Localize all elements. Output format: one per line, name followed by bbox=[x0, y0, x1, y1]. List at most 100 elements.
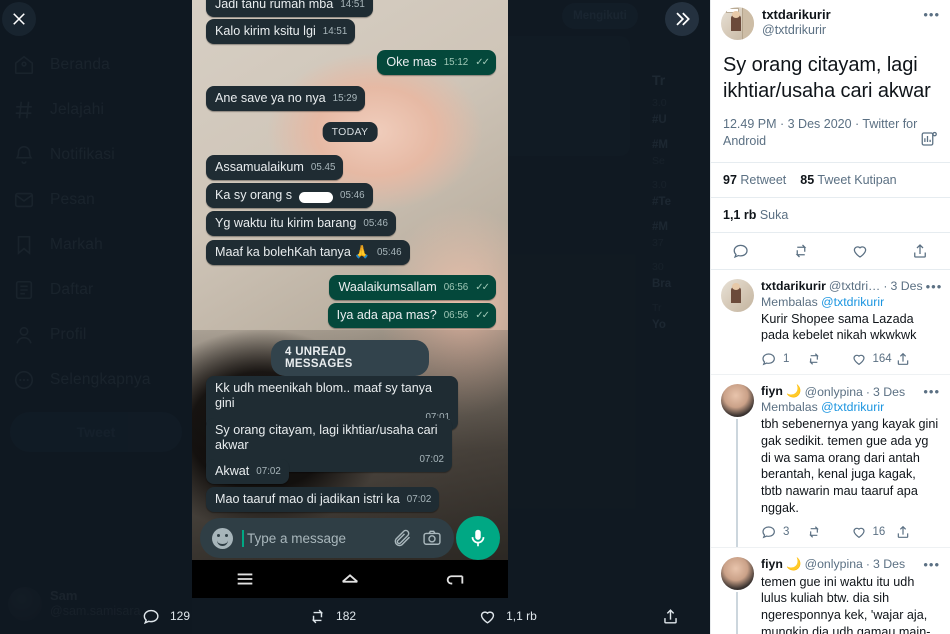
chat-time: 05:46 bbox=[377, 247, 402, 259]
share-icon[interactable] bbox=[911, 242, 929, 260]
reply-to-handle[interactable]: @txtdrikurir bbox=[821, 400, 884, 414]
quote-stat[interactable]: 85 Tweet Kutipan bbox=[800, 173, 896, 187]
retweet-action[interactable]: 182 bbox=[308, 607, 356, 626]
more-options-icon[interactable]: ••• bbox=[923, 7, 940, 40]
camera-icon[interactable] bbox=[422, 528, 442, 548]
retweet-icon[interactable] bbox=[792, 242, 810, 260]
tweet-author-row[interactable]: txtdarikurir @txtdrikurir ••• bbox=[711, 0, 950, 40]
tweet-action-row bbox=[711, 231, 950, 270]
chat-time: 06:56 bbox=[443, 310, 469, 322]
like-count: 16 bbox=[872, 525, 886, 538]
share-icon bbox=[661, 607, 680, 626]
next-image-button[interactable] bbox=[665, 2, 699, 36]
like-action[interactable]: 1,1 rb bbox=[478, 607, 537, 626]
retweet-action[interactable] bbox=[806, 524, 851, 540]
chat-bubble-incoming: Mao taaruf mao di jadikan istri ka 07:02 bbox=[206, 487, 440, 513]
analytics-icon[interactable] bbox=[920, 130, 938, 148]
reply-text: Kurir Shopee sama Lazada pada kebelet ni… bbox=[761, 311, 917, 343]
chat-text: Assamualaikum bbox=[215, 160, 304, 174]
reply-icon[interactable] bbox=[732, 242, 750, 260]
chat-text: Iya ada apa mas? bbox=[336, 308, 437, 322]
more-options-icon[interactable]: ••• bbox=[923, 384, 940, 399]
reply-item[interactable]: fiyn 🌙 @onlypina · 3 Des ••• temen gue i… bbox=[711, 548, 950, 634]
more-options-icon[interactable]: ••• bbox=[923, 557, 940, 572]
retweet-icon bbox=[308, 607, 327, 626]
chat-bubble-outgoing: Waalaikumsallam 06:56 ✓✓ bbox=[329, 275, 496, 301]
home-icon[interactable] bbox=[339, 568, 361, 590]
reply-author-handle: @onlypina bbox=[804, 384, 863, 399]
reply-header: fiyn 🌙 @onlypina · 3 Des ••• bbox=[761, 557, 940, 572]
chat-bubble-incoming-redacted: Ka sy orang s 05:46 bbox=[206, 183, 373, 209]
tweet-text: Sy orang citayam, lagi ikhtiar/usaha car… bbox=[723, 54, 931, 102]
chat-text: Waalaikumsallam bbox=[338, 280, 437, 294]
reply-to-prefix: Membalas bbox=[761, 400, 822, 415]
retweet-count: 182 bbox=[336, 609, 357, 623]
chat-bubble-incoming: Akwat 07:02 bbox=[206, 459, 289, 485]
tweet-likes[interactable]: 1,1 rb Suka bbox=[711, 196, 950, 232]
chat-text: Ka sy orang s bbox=[215, 188, 293, 202]
retweet-count: 97 bbox=[723, 172, 737, 187]
tweet-stats: 97 Retweet 85 Tweet Kutipan bbox=[711, 161, 950, 197]
reply-actions: 1 164 bbox=[761, 344, 940, 370]
menu-icon[interactable] bbox=[234, 568, 256, 590]
reply-date: 3 Des bbox=[873, 384, 906, 399]
share-icon bbox=[895, 524, 911, 540]
image-lightbox[interactable]: Jadi tanu rumah mba 14:51 Kalo kirim ksi… bbox=[192, 0, 508, 598]
tweet-meta-row: 12.49 PM · 3 Des 2020 · Twitter for Andr… bbox=[711, 104, 950, 162]
tweet-timestamp: 12.49 PM · 3 Des 2020 · Twitter for Andr… bbox=[723, 117, 918, 149]
avatar[interactable] bbox=[721, 556, 754, 590]
avatar[interactable] bbox=[721, 7, 754, 40]
reply-item[interactable]: fiyn 🌙 @onlypina · 3 Des ••• Membalas @t… bbox=[711, 375, 950, 548]
emoji-icon[interactable] bbox=[212, 527, 233, 549]
chat-bubble-incoming: Maaf ka bolehKah tanya 🙏 05:46 bbox=[206, 240, 410, 266]
reply-to-line: Membalas @txtdrikurir bbox=[761, 294, 940, 309]
attachment-icon[interactable] bbox=[392, 528, 412, 548]
chat-time: 07:02 bbox=[419, 453, 444, 465]
reply-text: tbh sebenernya yang kayak gini gak sedik… bbox=[761, 417, 939, 515]
retweet-action[interactable] bbox=[806, 351, 851, 367]
read-receipt-icon: ✓✓ bbox=[475, 310, 490, 322]
unread-messages-pill: 4 UNREAD MESSAGES bbox=[271, 340, 429, 376]
like-icon[interactable] bbox=[851, 242, 869, 260]
reply-action[interactable]: 3 bbox=[761, 524, 806, 540]
reply-to-handle[interactable]: @txtdrikurir bbox=[821, 295, 884, 309]
like-action[interactable]: 164 bbox=[851, 351, 896, 367]
reply-icon bbox=[761, 524, 777, 540]
message-input[interactable]: Type a message bbox=[242, 529, 382, 547]
chat-bubble-incoming: Assamualaikum 05.45 bbox=[206, 155, 344, 181]
back-icon[interactable] bbox=[444, 568, 466, 590]
like-count: 164 bbox=[872, 353, 892, 366]
reply-date: 3 Des bbox=[890, 279, 923, 294]
screen: Beranda Jelajahi Notifikasi Pesan Markah bbox=[0, 0, 950, 634]
share-action[interactable] bbox=[895, 351, 940, 367]
reply-author-handle: @onlypina bbox=[804, 557, 863, 572]
share-action[interactable] bbox=[661, 607, 680, 626]
like-action[interactable]: 16 bbox=[851, 524, 896, 540]
reply-separator: · bbox=[883, 279, 888, 294]
redaction-bar bbox=[299, 192, 334, 204]
chat-time: 15:12 bbox=[443, 57, 469, 69]
reply-action[interactable]: 129 bbox=[142, 607, 190, 626]
read-receipt-icon: ✓✓ bbox=[475, 57, 490, 69]
reply-author-handle: @txtdri… bbox=[828, 279, 881, 294]
chat-text: Kalo kirim ksitu lgi bbox=[215, 24, 316, 38]
chat-text: Sy orang citayam, lagi ikhtiar/usaha car… bbox=[215, 423, 442, 453]
avatar[interactable] bbox=[721, 278, 754, 312]
retweet-label: Retweet bbox=[740, 172, 787, 187]
share-action[interactable] bbox=[895, 524, 940, 540]
reply-date: 3 Des bbox=[873, 557, 906, 572]
retweet-stat[interactable]: 97 Retweet bbox=[723, 173, 786, 187]
quote-count: 85 bbox=[800, 172, 815, 187]
reply-item[interactable]: txtdarikurir @txtdri… · 3 Des ••• Membal… bbox=[711, 270, 950, 376]
chat-text: Yg waktu itu kirim barang bbox=[215, 216, 357, 230]
close-button[interactable] bbox=[2, 2, 36, 36]
avatar[interactable] bbox=[721, 384, 754, 418]
microphone-icon[interactable] bbox=[456, 516, 500, 560]
chat-bubble-incoming: Jadi tanu rumah mba 14:51 bbox=[206, 0, 373, 18]
message-input-bar[interactable]: Type a message bbox=[200, 518, 454, 558]
like-icon bbox=[851, 351, 867, 367]
chevron-double-right-icon bbox=[676, 12, 690, 26]
more-options-icon[interactable]: ••• bbox=[926, 279, 943, 294]
chat-time: 06:56 bbox=[443, 282, 469, 294]
reply-action[interactable]: 1 bbox=[761, 351, 806, 367]
